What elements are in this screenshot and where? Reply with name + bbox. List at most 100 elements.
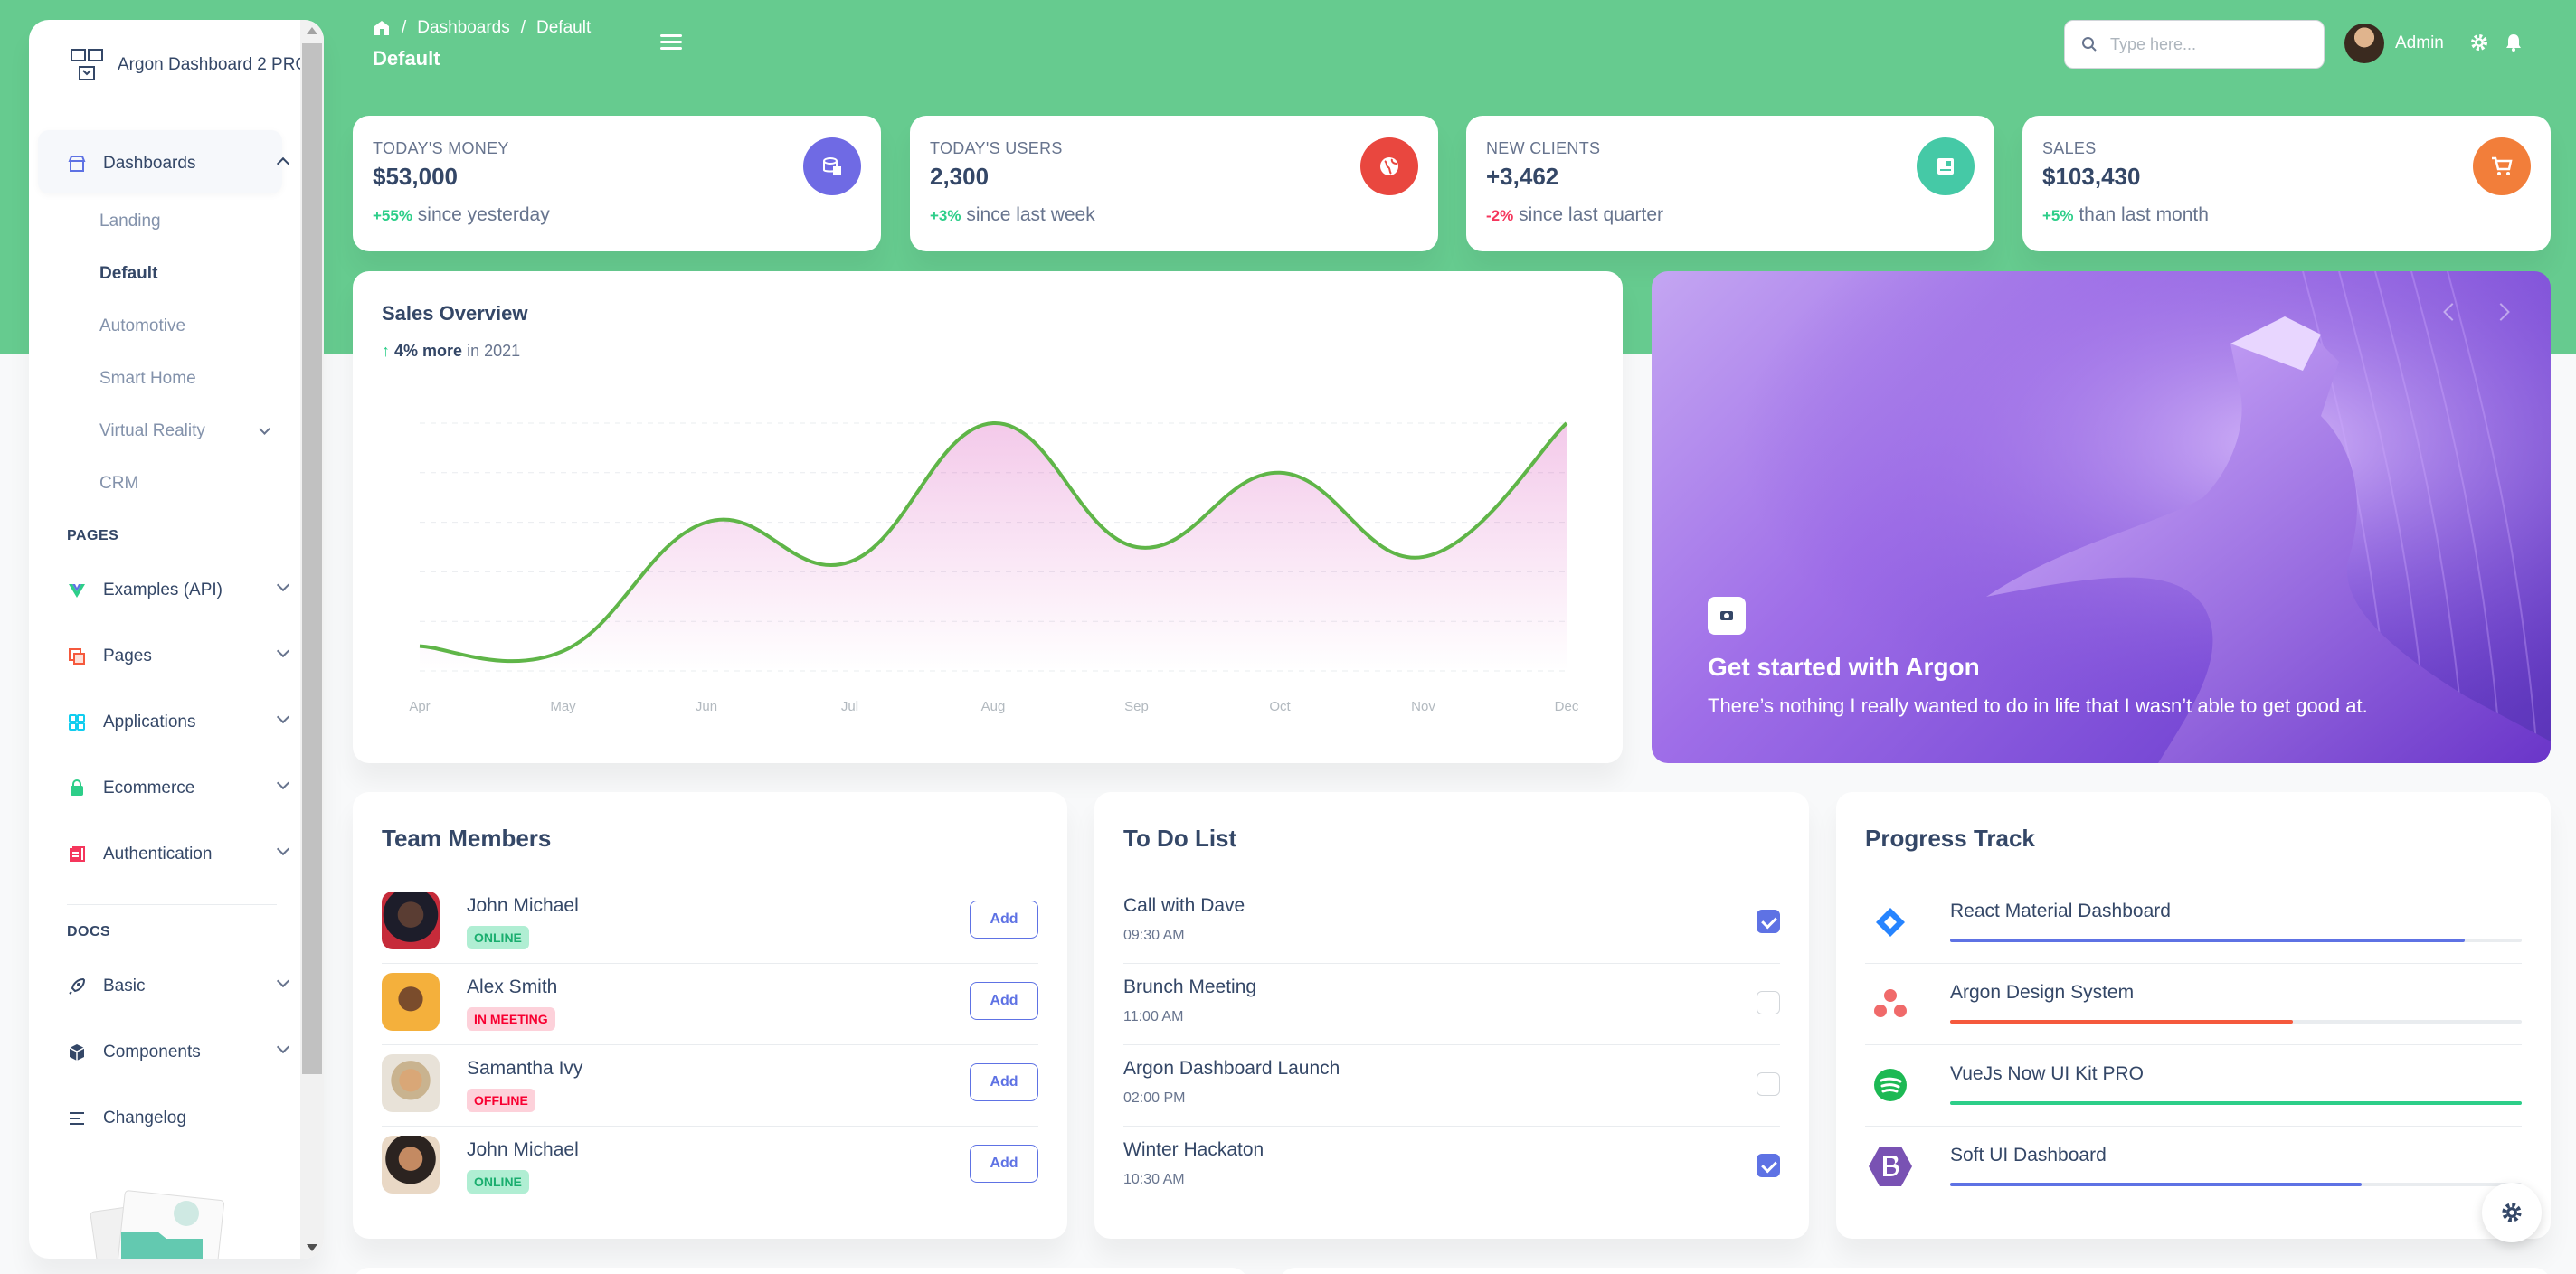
- copy-icon: [69, 648, 85, 665]
- scrollbar-thumb[interactable]: [302, 43, 322, 1074]
- scroll-down-arrow-icon[interactable]: [307, 1244, 317, 1251]
- chevron-down-icon: [276, 974, 290, 988]
- x-tick-label: Dec: [1555, 699, 1579, 714]
- sidebar-sub-item-automotive[interactable]: Automotive: [99, 316, 185, 336]
- chevron-up-icon: [276, 156, 290, 171]
- todo-item: Call with Dave 09:30 AM: [1123, 882, 1780, 964]
- sidebar-item-applications[interactable]: Applications: [67, 710, 293, 732]
- chevron-down-icon: [259, 423, 270, 435]
- sidebar-item-components[interactable]: Components: [67, 1040, 293, 1062]
- progress-name: Soft UI Dashboard: [1950, 1145, 2107, 1165]
- camera-icon: [1708, 597, 1746, 635]
- money-coins-icon: [803, 137, 861, 195]
- avatar: [382, 1136, 440, 1194]
- sales-overview-card: Sales Overview ↑ 4% more in 2021 Apr May J…: [353, 271, 1623, 763]
- card-title: Progress Track: [1865, 825, 2035, 852]
- avatar: [382, 973, 440, 1031]
- breadcrumb-item-dashboards[interactable]: Dashboards: [417, 18, 509, 38]
- x-tick-label: Oct: [1269, 699, 1291, 714]
- stat-value: $103,430: [2042, 163, 2141, 190]
- sidebar-sub-item-smart-home[interactable]: Smart Home: [99, 369, 196, 389]
- home-icon[interactable]: [373, 20, 391, 36]
- page-title: Default: [373, 47, 440, 70]
- stat-label: TODAY'S MONEY: [373, 139, 509, 157]
- paper-diploma-icon: [1917, 137, 1975, 195]
- team-members-card: Team Members John Michael ONLINE Add Ale…: [353, 792, 1067, 1239]
- stat-change: +5%: [2042, 207, 2074, 224]
- sidebar-item-label: Examples (API): [103, 580, 223, 599]
- todo-title: Argon Dashboard Launch: [1123, 1058, 1340, 1079]
- carousel[interactable]: Get started with Argon There’s nothing I…: [1652, 271, 2551, 763]
- sidebar-sub-item-landing[interactable]: Landing: [99, 212, 161, 231]
- progress-item: VueJs Now UI Kit PRO: [1865, 1045, 2522, 1127]
- stat-value: +3,462: [1486, 163, 1559, 190]
- search-input[interactable]: [2110, 34, 2309, 54]
- gear-icon[interactable]: [2469, 33, 2489, 52]
- stat-change: +3%: [930, 207, 961, 224]
- todo-checkbox[interactable]: [1757, 910, 1780, 933]
- brand[interactable]: Argon Dashboard 2 PRO: [69, 47, 308, 83]
- user-label: Admin: [2395, 33, 2444, 52]
- align-left-icon: [70, 1112, 84, 1125]
- sidebar-item-pages[interactable]: Pages: [67, 644, 293, 666]
- stat-footer: +3% since last week: [930, 204, 1095, 226]
- add-button[interactable]: Add: [970, 982, 1038, 1020]
- sidebar-item-examples-api[interactable]: Examples (API): [67, 578, 293, 600]
- stat-change: +55%: [373, 207, 412, 224]
- sidebar-item-authentication[interactable]: Authentication: [67, 842, 293, 864]
- scroll-up-arrow-icon[interactable]: [307, 27, 317, 34]
- sidebar-sub-item-default[interactable]: Default: [99, 264, 157, 284]
- sidebar-item-label: Basic: [103, 977, 146, 996]
- sales-chart: Apr May Jun Jul Aug Sep Oct Nov Dec: [409, 420, 1579, 714]
- sidebar-item-dashboards[interactable]: Dashboards: [67, 154, 293, 174]
- single-copy-icon: [70, 846, 85, 862]
- x-tick-label: Jun: [696, 699, 717, 714]
- sidebar-scrollbar[interactable]: [300, 20, 324, 1259]
- todo-time: 02:00 PM: [1123, 1090, 1186, 1106]
- stat-card-clients: NEW CLIENTS +3,462 -2% since last quarte…: [1466, 116, 1994, 251]
- avatar: [382, 1054, 440, 1112]
- jira-icon: [1865, 897, 1916, 948]
- add-button[interactable]: Add: [970, 1145, 1038, 1183]
- member-name: Alex Smith: [467, 977, 558, 997]
- stat-suffix: since last week: [966, 204, 1095, 225]
- spaceship-icon: [69, 977, 86, 995]
- todo-checkbox[interactable]: [1757, 1072, 1780, 1096]
- chevron-down-icon: [276, 710, 290, 724]
- stat-label: TODAY'S USERS: [930, 139, 1063, 157]
- sidebar-sub-item-virtual-reality[interactable]: Virtual Reality: [99, 421, 280, 441]
- search-box[interactable]: [2064, 20, 2325, 69]
- user-menu[interactable]: Admin: [2344, 24, 2444, 63]
- todo-checkbox[interactable]: [1757, 1154, 1780, 1177]
- add-button[interactable]: Add: [970, 1063, 1038, 1101]
- apps-icon: [69, 714, 85, 731]
- sidebar: Argon Dashboard 2 PRO Dashboards Landing…: [29, 20, 324, 1259]
- carousel-image: [1652, 271, 2551, 763]
- sidebar-sub-item-crm[interactable]: CRM: [99, 474, 138, 494]
- configurator-button[interactable]: [2482, 1183, 2542, 1242]
- asana-icon: [1865, 978, 1916, 1029]
- docs-illustration: [90, 1190, 224, 1259]
- x-tick-label: Aug: [981, 699, 1006, 714]
- gear-icon: [2502, 1203, 2522, 1222]
- list-item: John Michael ONLINE Add: [382, 1127, 1038, 1208]
- sidebar-item-changelog[interactable]: Changelog: [67, 1109, 293, 1128]
- card-title: Team Members: [382, 825, 552, 852]
- progress-fill: [1950, 1020, 2294, 1024]
- progress-bar: [1950, 1020, 2522, 1024]
- stat-footer: -2% since last quarter: [1486, 204, 1663, 226]
- todo-checkbox[interactable]: [1757, 991, 1780, 1014]
- status-badge: OFFLINE: [467, 1089, 535, 1112]
- member-name: John Michael: [467, 1139, 579, 1160]
- sidebar-item-basic[interactable]: Basic: [67, 974, 293, 996]
- sidebar-sub-item-label: Virtual Reality: [99, 421, 205, 440]
- chevron-down-icon: [276, 578, 290, 592]
- add-button[interactable]: Add: [970, 901, 1038, 939]
- sidebar-item-ecommerce[interactable]: Ecommerce: [67, 776, 293, 798]
- hamburger-menu-icon[interactable]: [660, 34, 682, 51]
- progress-item: Argon Design System: [1865, 964, 2522, 1045]
- divider: [67, 904, 277, 905]
- sidebar-item-label: Pages: [103, 646, 152, 665]
- bell-icon[interactable]: [2504, 33, 2524, 52]
- progress-track-card: Progress Track React Material Dashboard …: [1836, 792, 2551, 1239]
